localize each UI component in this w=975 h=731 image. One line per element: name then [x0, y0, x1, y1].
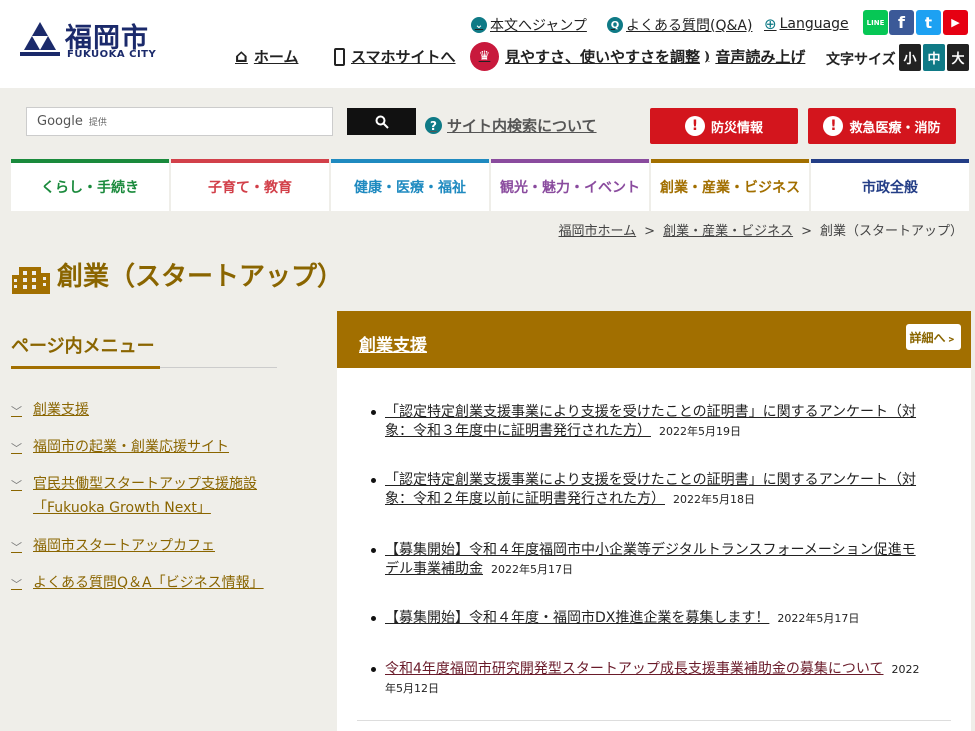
smartphone-icon — [334, 47, 345, 66]
side-menu-item[interactable]: ﹀ 創業支援 — [11, 398, 89, 424]
search-help-label: サイト内検索について — [447, 117, 597, 135]
nav-mobile-label: スマホサイトへ — [351, 48, 456, 66]
emergency-medical-button[interactable]: ! 救急医療・消防 — [808, 108, 956, 144]
section-title-link[interactable]: 創業支援 — [359, 331, 427, 356]
nav-accessibility-label: 見やすさ、使いやすさを調整 — [505, 48, 701, 66]
city-emblem-icon[interactable] — [18, 20, 62, 58]
chevron-down-icon: ⌄ — [471, 17, 487, 33]
youtube-icon[interactable]: ▶ — [943, 10, 968, 35]
side-menu-underline — [11, 366, 160, 369]
chevron-down-icon: ﹀ — [11, 541, 22, 554]
search-brand-note: 提供 — [88, 118, 107, 128]
site-logo-subtext: FUKUOKA CITY — [67, 49, 157, 60]
side-menu-item[interactable]: ﹀ 福岡市の起業・創業応援サイト — [11, 435, 229, 461]
breadcrumb-separator: > — [801, 224, 812, 239]
side-menu-heading: ページ内メニュー — [11, 336, 155, 357]
font-size-large-button[interactable]: 大 — [947, 44, 969, 71]
facebook-share-icon[interactable]: f — [889, 10, 914, 35]
side-menu-divider — [160, 367, 277, 368]
side-menu-item-label: 福岡市スタートアップカフェ — [33, 538, 215, 554]
side-menu-item-label: 福岡市の起業・創業応援サイト — [33, 439, 229, 455]
news-date: 2022年5月18日 — [673, 493, 755, 506]
q-icon: Q — [607, 17, 623, 33]
search-help-link[interactable]: ? サイト内検索について — [425, 115, 597, 136]
side-menu-item-label: 創業支援 — [33, 402, 89, 418]
disaster-info-label: 防災情報 — [710, 120, 763, 136]
search-button[interactable] — [347, 108, 416, 135]
list-item: 「認定特定創業支援事業により支援を受けたことの証明書」に関するアンケート（対象：… — [371, 403, 925, 441]
building-icon — [12, 267, 50, 294]
chevron-right-icon: ﹥ — [945, 330, 958, 345]
faq-link-label: よくある質問(Q&A) — [626, 18, 753, 34]
disaster-info-button[interactable]: ! 防災情報 — [650, 108, 798, 144]
question-icon: ? — [425, 117, 442, 134]
skip-link-label: 本文へジャンプ — [490, 18, 587, 34]
line-share-icon[interactable]: LINE — [863, 10, 888, 35]
faq-link[interactable]: Q よくある質問(Q&A) — [607, 15, 752, 35]
news-link[interactable]: 「認定特定創業支援事業により支援を受けたことの証明書」に関するアンケート（対象：… — [385, 472, 916, 507]
speaker-icon: ⦆ — [705, 49, 710, 64]
tab-health[interactable]: 健康・医療・福祉 — [331, 159, 489, 211]
news-link[interactable]: 「認定特定創業支援事業により支援を受けたことの証明書」に関するアンケート（対象：… — [385, 404, 916, 439]
nav-speech-label: 音声読み上げ — [715, 48, 806, 66]
home-icon: ⌂ — [235, 46, 248, 67]
search-input[interactable]: Google 提供 — [26, 107, 333, 136]
page-title: 創業（スタートアップ） — [57, 262, 344, 292]
news-link[interactable]: 【募集開始】令和４年度福岡市中小企業等デジタルトランスフォーメーション促進モデル… — [385, 542, 916, 577]
chevron-down-icon: ﹀ — [11, 578, 22, 591]
details-button[interactable]: 詳細へ ﹥ — [906, 324, 961, 350]
list-item: 「認定特定創業支援事業により支援を受けたことの証明書」に関するアンケート（対象：… — [371, 471, 925, 509]
news-date: 2022年5月17日 — [777, 612, 860, 625]
emergency-medical-label: 救急医療・消防 — [849, 120, 941, 136]
breadcrumb-separator: > — [644, 224, 656, 239]
list-item: 令和4年度福岡市研究開発型スタートアップ成長支援事業補助金の募集について 2022… — [371, 660, 925, 698]
side-menu-item-label: よくある質問Q＆A「ビジネス情報」 — [33, 575, 264, 591]
tab-tourism[interactable]: 観光・魅力・イベント — [491, 159, 649, 211]
font-size-medium-button[interactable]: 中 — [923, 44, 945, 71]
language-link-label: Language — [779, 16, 849, 32]
breadcrumb-home-link[interactable]: 福岡市ホーム — [559, 224, 637, 239]
news-list: 「認定特定創業支援事業により支援を受けたことの証明書」に関するアンケート（対象：… — [337, 368, 971, 731]
news-date: 2022年5月17日 — [491, 563, 573, 576]
breadcrumb: 福岡市ホーム > 創業・産業・ビジネス > 創業（スタートアップ） — [559, 220, 963, 239]
news-link[interactable]: 令和4年度福岡市研究開発型スタートアップ成長支援事業補助金の募集について — [385, 661, 884, 677]
site-header: 福岡市 FUKUOKA CITY ⌄ 本文へジャンプ Q よくある質問(Q&A)… — [0, 0, 975, 88]
tab-childcare[interactable]: 子育て・教育 — [171, 159, 329, 211]
alert-icon: ! — [684, 116, 705, 136]
tab-living[interactable]: くらし・手続き — [11, 159, 169, 211]
font-size-small-button[interactable]: 小 — [899, 44, 921, 71]
twitter-share-icon[interactable]: t — [916, 10, 941, 35]
search-icon — [375, 115, 389, 129]
nav-speech-link[interactable]: ⦆ 音声読み上げ — [705, 46, 805, 67]
chevron-down-icon: ﹀ — [11, 479, 22, 492]
nav-accessibility-link[interactable]: ♛ 見やすさ、使いやすさを調整 — [470, 42, 700, 71]
side-menu-item-label: 官民共働型スタートアップ支援施設「Fukuoka Growth Next」 — [33, 476, 257, 516]
side-menu-item[interactable]: ﹀ よくある質問Q＆A「ビジネス情報」 — [11, 571, 264, 597]
news-link[interactable]: 【募集開始】令和４年度・福岡市DX推進企業を募集します！ — [385, 610, 769, 626]
side-menu-item[interactable]: ﹀ 福岡市スタートアップカフェ — [11, 534, 215, 560]
crown-icon: ♛ — [470, 42, 499, 71]
nav-home-link[interactable]: ⌂ ホーム — [235, 46, 298, 67]
language-link[interactable]: ⊕ Language — [764, 15, 849, 33]
skip-to-content-link[interactable]: ⌄ 本文へジャンプ — [471, 15, 587, 35]
nav-mobile-link[interactable]: スマホサイトへ — [334, 46, 456, 67]
globe-icon: ⊕ — [764, 15, 777, 33]
news-date: 2022年5月19日 — [659, 425, 741, 438]
list-item: 【募集開始】令和４年度福岡市中小企業等デジタルトランスフォーメーション促進モデル… — [371, 541, 925, 579]
breadcrumb-parent-link[interactable]: 創業・産業・ビジネス — [663, 224, 793, 239]
chevron-down-icon: ﹀ — [11, 405, 22, 418]
divider — [357, 720, 951, 721]
details-label: 詳細へ — [909, 330, 946, 345]
tab-city-government[interactable]: 市政全般 — [811, 159, 969, 211]
side-menu-item[interactable]: ﹀ 官民共働型スタートアップ支援施設「Fukuoka Growth Next」 — [11, 472, 281, 520]
list-item: 【募集開始】令和４年度・福岡市DX推進企業を募集します！ 2022年5月17日 — [371, 609, 925, 628]
breadcrumb-current: 創業（スタートアップ） — [819, 224, 963, 239]
nav-home-label: ホーム — [253, 48, 299, 66]
tab-business[interactable]: 創業・産業・ビジネス — [651, 159, 809, 211]
section-header: 創業支援 詳細へ ﹥ — [337, 311, 971, 368]
chevron-down-icon: ﹀ — [11, 442, 22, 455]
font-size-label: 文字サイズ — [826, 52, 896, 68]
search-brand-label: Google — [37, 114, 83, 129]
alert-icon: ! — [823, 116, 844, 136]
